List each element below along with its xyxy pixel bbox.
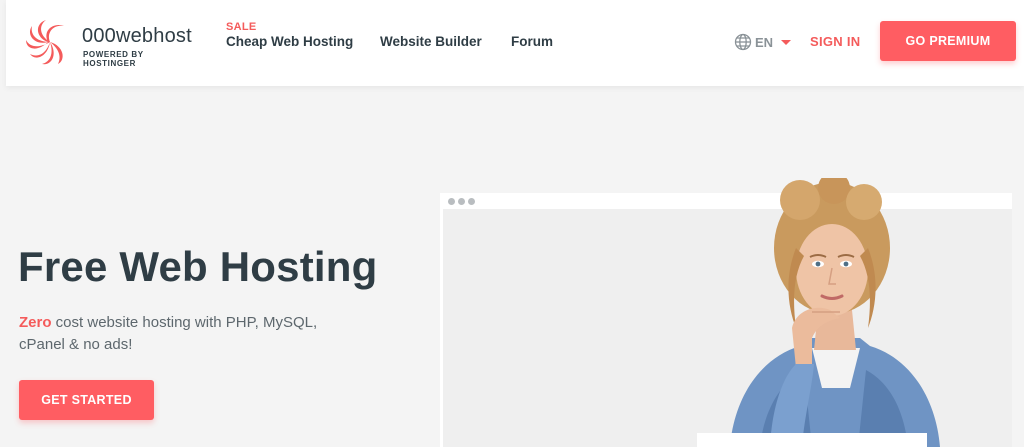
get-started-button[interactable]: GET STARTED — [19, 380, 154, 420]
brand-tagline: POWERED BY HOSTINGER — [83, 50, 144, 68]
nav-link-website-builder[interactable]: Website Builder — [380, 34, 482, 49]
hero-title: Free Web Hosting — [18, 243, 378, 290]
browser-dot-icon — [468, 198, 475, 205]
go-premium-button[interactable]: GO PREMIUM — [880, 21, 1016, 61]
globe-icon — [734, 33, 752, 51]
hero-subtitle-highlight: Zero — [19, 314, 52, 331]
browser-mock-footer — [697, 433, 927, 447]
top-nav-bar: 000webhost POWERED BY HOSTINGER SALE Che… — [6, 0, 1024, 86]
logo[interactable]: 000webhost POWERED BY HOSTINGER — [24, 12, 199, 72]
browser-dot-icon — [458, 198, 465, 205]
nav-link-cheap-web-hosting[interactable]: Cheap Web Hosting — [226, 34, 353, 49]
hero-woman-photo — [730, 178, 940, 447]
hero-subtitle: Zero cost website hosting with PHP, MySQ… — [19, 312, 319, 356]
language-code: EN — [755, 34, 774, 50]
page: 000webhost POWERED BY HOSTINGER SALE Che… — [0, 0, 1024, 447]
language-selector[interactable]: EN — [734, 32, 792, 52]
nav-link-forum[interactable]: Forum — [511, 34, 553, 49]
brand-name: 000webhost — [82, 25, 192, 47]
hero-subtitle-text: cost website hosting with PHP, MySQL, cP… — [19, 314, 318, 353]
sale-badge: SALE — [226, 21, 257, 33]
logo-swirl-icon — [26, 20, 64, 65]
chevron-down-icon — [781, 39, 792, 45]
browser-dot-icon — [448, 198, 455, 205]
sign-in-link[interactable]: SIGN IN — [810, 34, 861, 49]
